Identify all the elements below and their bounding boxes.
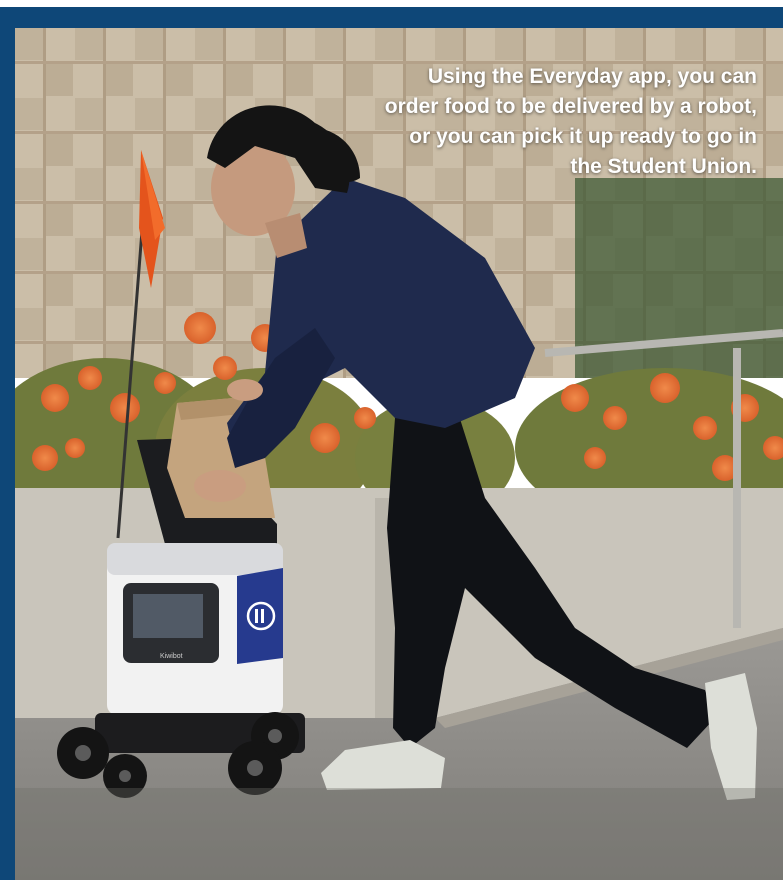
- page: Kiwibot Using the Everyday app, you can …: [0, 0, 783, 880]
- svg-text:Kiwibot: Kiwibot: [160, 653, 183, 660]
- blue-frame-top: [0, 7, 783, 28]
- blue-frame-left: [0, 7, 15, 880]
- photo-caption: Using the Everyday app, you can order fo…: [384, 65, 757, 178]
- top-margin: [0, 0, 783, 7]
